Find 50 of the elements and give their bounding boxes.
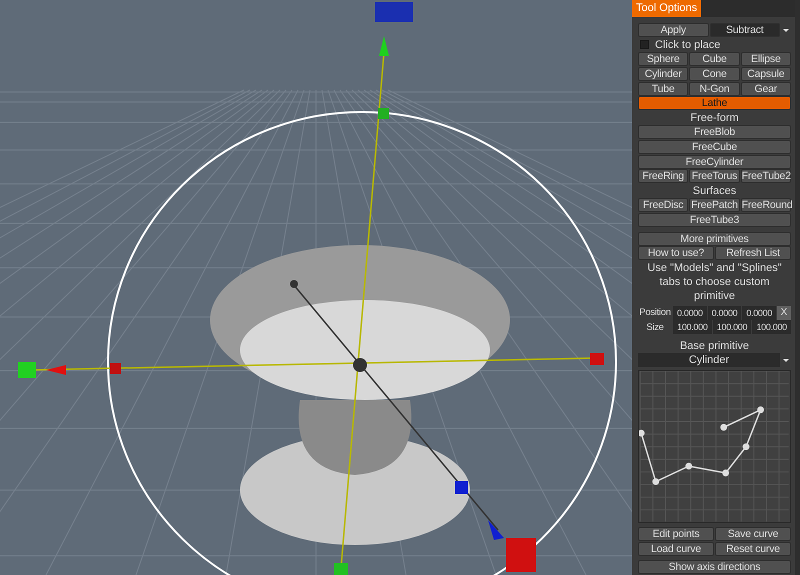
position-field[interactable]: 0.0000 (673, 306, 707, 320)
primitive-button[interactable]: Gear (740, 82, 791, 96)
primitive-button[interactable]: Capsule (740, 66, 791, 81)
base-primitive-label: Base primitive (678, 338, 750, 353)
help-button[interactable]: How to use? (638, 246, 714, 260)
primitive-button[interactable]: Ellipse (740, 52, 791, 66)
help-text: Use "Models" and "Splines" tabs to choose custom primitive (646, 261, 783, 304)
primitive-button[interactable]: N-Gon (689, 82, 740, 96)
primitive-button[interactable]: FreePatch (689, 198, 740, 212)
primitive-button[interactable]: FreeRing (638, 169, 688, 184)
primitive-button[interactable]: Cone (689, 66, 740, 81)
curve-button[interactable]: Edit points (638, 526, 714, 541)
position-field[interactable]: 0.0000 (708, 306, 742, 320)
checkbox[interactable] (640, 40, 649, 50)
rotation-circle-drawing[interactable] (107, 111, 617, 575)
curve-button[interactable]: Load curve (638, 542, 714, 556)
lathe-profile-curve-editor[interactable] (638, 370, 791, 523)
transform-gizmo-drawing[interactable] (18, 2, 604, 575)
section-heading: Free-form (689, 111, 740, 126)
primitive-button[interactable]: FreeBlob (638, 125, 791, 140)
primitive-button[interactable]: Lathe (638, 96, 791, 110)
more-primitives-button[interactable]: More primitives (638, 232, 791, 246)
section-heading: Surfaces (692, 184, 738, 198)
help-button[interactable]: Refresh List (715, 246, 791, 260)
size-field[interactable]: 100.000 (712, 320, 752, 334)
primitive-button[interactable]: FreeCylinder (638, 154, 791, 169)
primitive-button[interactable]: FreeTube3 (638, 212, 791, 227)
position-field[interactable]: 0.0000 (742, 306, 776, 320)
primitive-button[interactable]: FreeTorus (689, 169, 740, 184)
size-field[interactable]: 100.000 (752, 320, 792, 334)
curve-button[interactable]: Reset curve (715, 542, 791, 556)
reset-position-button[interactable]: X (777, 306, 792, 320)
show-axis-directions-button[interactable]: Show axis directions (638, 560, 791, 574)
primitive-button[interactable]: FreeRound (740, 198, 791, 212)
mode-button[interactable]: Apply (638, 22, 708, 37)
curve-button[interactable]: Save curve (715, 526, 791, 541)
size-label: Size (645, 322, 665, 333)
primitive-button[interactable]: Cube (689, 52, 740, 66)
checkbox-label: Click to place (655, 38, 720, 51)
primitive-button[interactable]: Sphere (638, 52, 688, 66)
mode-button[interactable]: Subtract (710, 22, 780, 37)
position-label: Position (638, 307, 672, 318)
tool-options-tab[interactable]: Tool Options (632, 0, 702, 17)
primitive-button[interactable]: FreeDisc (638, 198, 688, 212)
primitive-button[interactable]: FreeCube (638, 140, 791, 154)
primitive-button[interactable]: FreeTube2 (740, 169, 791, 184)
size-field[interactable]: 100.000 (673, 320, 712, 334)
base-primitive-dropdown[interactable]: Cylinder (638, 352, 780, 367)
primitive-button[interactable]: Tube (638, 82, 688, 96)
primitive-button[interactable]: Cylinder (638, 66, 688, 81)
